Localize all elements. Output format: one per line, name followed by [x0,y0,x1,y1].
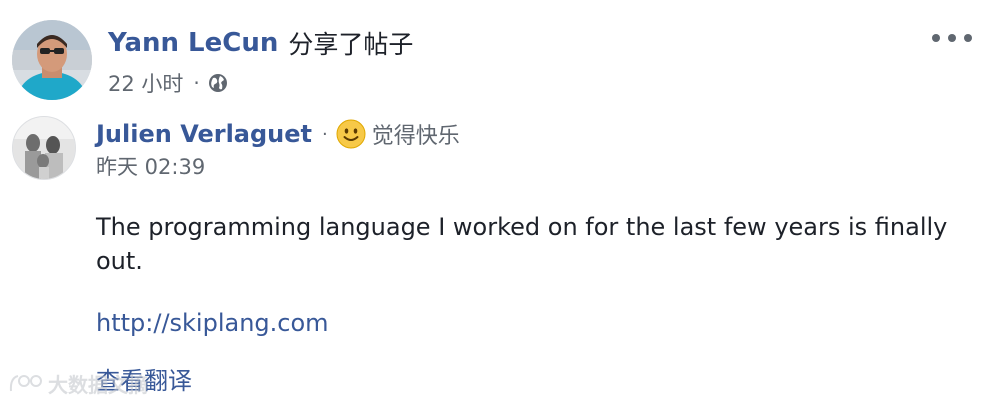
skiplang-link[interactable]: http://skiplang.com [96,306,329,340]
meta-separator: · [193,71,200,95]
shared-author-name-link[interactable]: Julien Verlaguet [96,120,312,148]
post-body-text: The programming language I worked on for… [96,213,948,275]
post-header: Yann LeCun 分享了帖子 [108,24,413,62]
more-options-button[interactable] [932,24,972,52]
smile-emoji-icon [336,119,366,149]
shared-author-avatar[interactable] [12,116,76,180]
shared-post-timestamp[interactable]: 昨天 02:39 [96,152,205,182]
author-name-link[interactable]: Yann LeCun [108,28,278,58]
post-timestamp[interactable]: 22 小时 [108,68,183,98]
shared-author-avatar-image [13,117,75,179]
author-avatar-image [12,20,92,100]
watermark: 大数据文摘 [8,368,148,398]
watermark-text: 大数据文摘 [48,372,148,397]
watermark-logo-icon [8,372,44,394]
shared-post-header: Julien Verlaguet · 觉得快乐 [96,116,460,152]
feeling-label: 觉得快乐 [371,124,460,149]
more-dot-icon [964,34,972,42]
author-avatar[interactable] [12,20,92,100]
more-dot-icon [932,34,940,42]
shared-post-action: 分享了帖子 [288,30,414,59]
more-dot-icon [948,34,956,42]
globe-icon[interactable] [208,73,228,93]
feeling-separator: · [322,123,328,145]
post-meta: 22 小时 · [108,68,228,98]
